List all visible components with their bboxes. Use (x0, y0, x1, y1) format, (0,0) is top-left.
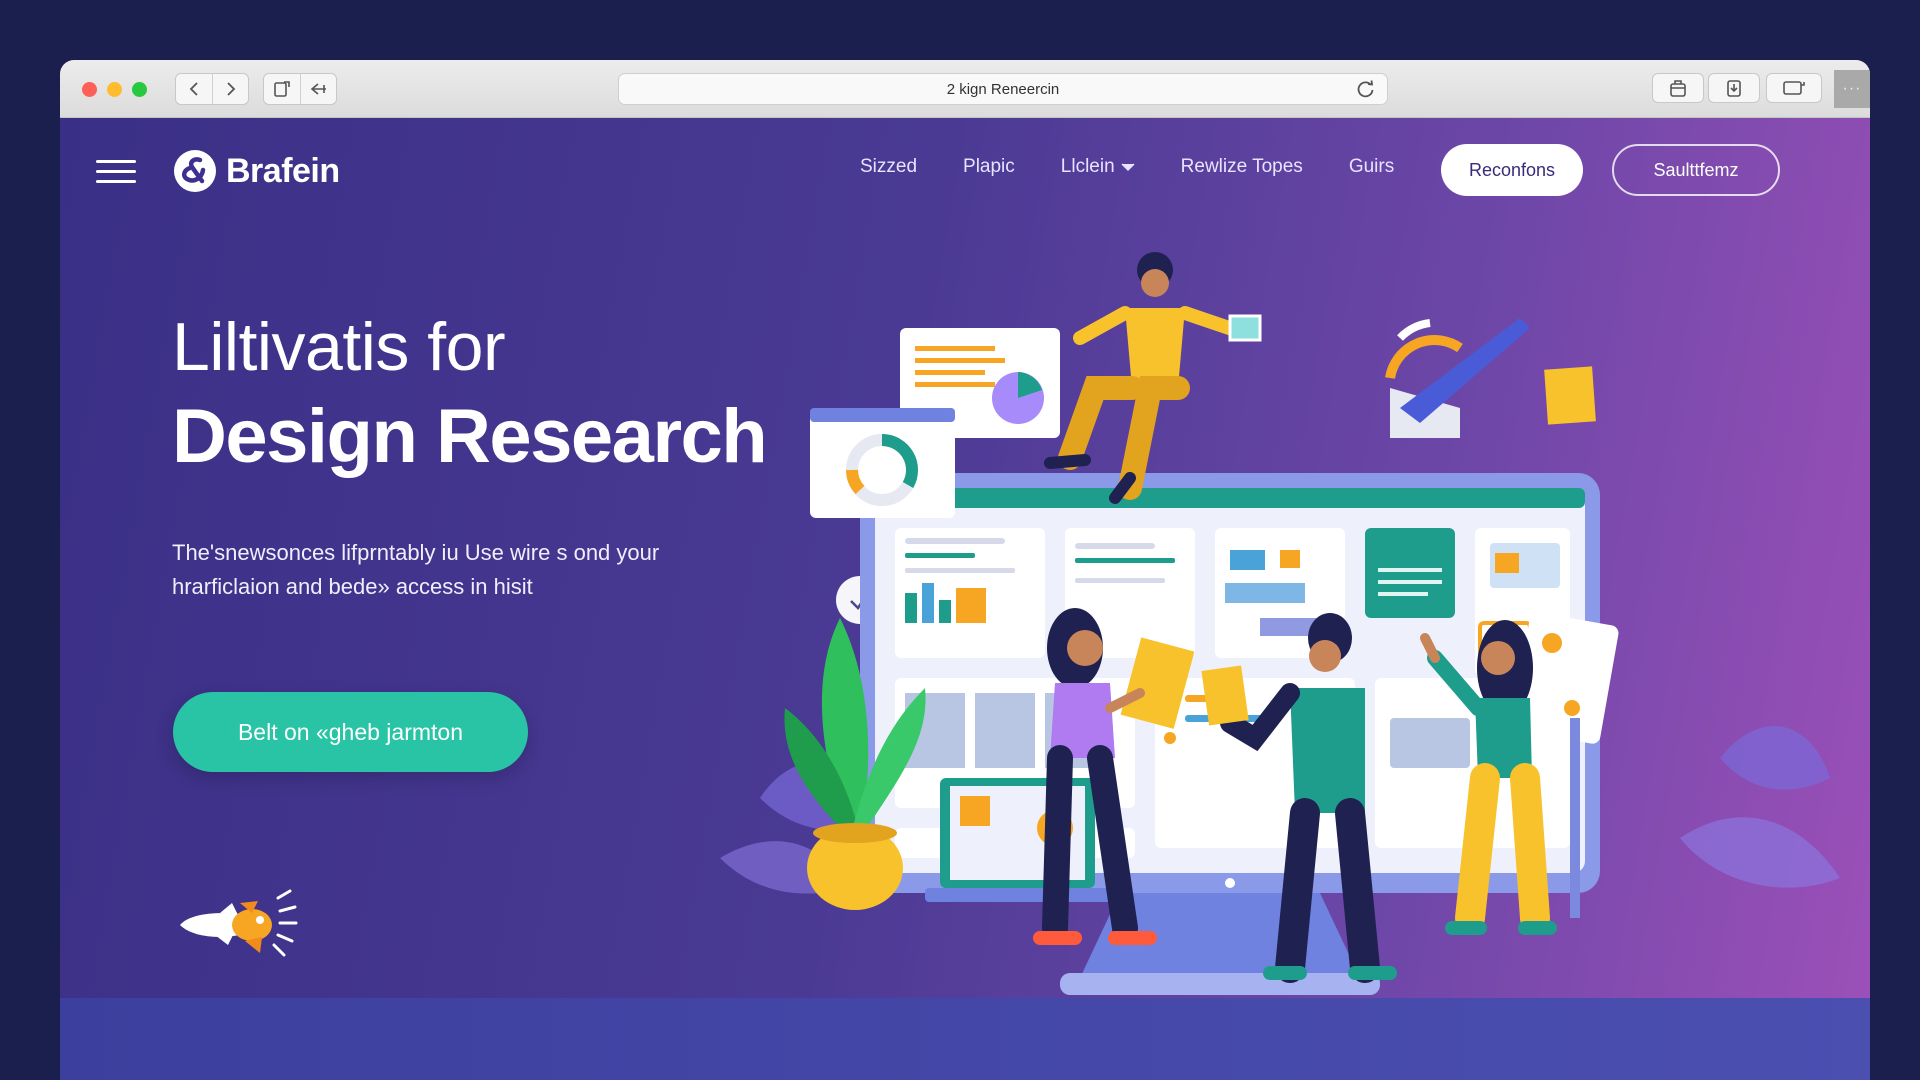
window-controls (82, 82, 147, 97)
address-bar[interactable]: 2 kign Reneercin (618, 73, 1388, 105)
nav-item-guirs[interactable]: Guirs (1349, 156, 1394, 178)
close-window-button[interactable] (82, 82, 97, 97)
landing-page: Brafein Sizzed Plapic Llclein Rewlize To… (60, 118, 1870, 998)
share-back-button[interactable] (300, 74, 336, 104)
chevron-left-icon (189, 82, 198, 96)
secondary-header-button[interactable]: Saulttfemz (1612, 144, 1780, 196)
hero-subtitle-line: The'snewsonces lifprntably iu Use wire s… (172, 540, 660, 565)
nav-item-plapic[interactable]: Plapic (963, 156, 1015, 178)
nav-label: Guirs (1348, 156, 1395, 177)
sidebar-button[interactable] (264, 74, 300, 104)
nav-item-sizzed[interactable]: Sizzed (860, 156, 917, 178)
page-actions (263, 73, 337, 105)
history-nav (175, 73, 249, 105)
page-icon (274, 81, 290, 97)
share-icon (1727, 80, 1741, 97)
hero-cta-button[interactable]: Belt on «gheb jarmton (173, 692, 528, 772)
hero-subtitle: The'snewsonces lifprntably iu Use wire s… (172, 536, 792, 604)
nav-label: Llclein (1060, 156, 1115, 177)
download-button[interactable] (1652, 73, 1704, 103)
share-button[interactable] (1708, 73, 1760, 103)
hero-subtitle-line: hrarficlaion and bede» access in hisit (172, 574, 533, 599)
nav-item-rewlize-topes[interactable]: Rewlize Topes (1181, 156, 1303, 178)
hero-title-light: Liltivatis for (172, 309, 506, 385)
hamburger-icon[interactable] (96, 160, 136, 184)
browser-window: 2 kign Reneercin ··· Brafein Sizzed Plap… (60, 60, 1870, 1080)
hero-title-bold: Design Research (172, 394, 768, 479)
browser-toolbar: 2 kign Reneercin ··· (60, 60, 1870, 118)
reload-icon[interactable] (1355, 78, 1377, 100)
zoom-window-button[interactable] (132, 82, 147, 97)
url-text: 2 kign Reneercin (946, 80, 1060, 98)
brand-logo[interactable]: Brafein (172, 148, 340, 194)
arrow-left-icon (310, 83, 326, 95)
tabs-button[interactable] (1766, 73, 1822, 103)
nav-label: Sizzed (860, 156, 918, 177)
primary-header-button[interactable]: Reconfons (1441, 144, 1583, 196)
back-button[interactable] (176, 74, 212, 104)
bag-icon (1670, 80, 1686, 97)
next-section (60, 998, 1870, 1080)
brand-name: Brafein (226, 151, 340, 190)
rocket-icon (180, 889, 298, 957)
minimize-window-button[interactable] (107, 82, 122, 97)
hero-illustration (720, 252, 1840, 995)
main-nav: Sizzed Plapic Llclein Rewlize Topes Guir… (860, 156, 1394, 178)
forward-button[interactable] (212, 74, 248, 104)
nav-label: Rewlize Topes (1180, 156, 1303, 177)
nav-item-llclein[interactable]: Llclein (1061, 156, 1135, 178)
nav-label: Plapic (963, 156, 1015, 177)
brand-ampersand-icon (174, 150, 216, 192)
chevron-right-icon (226, 82, 235, 96)
more-menu-button[interactable]: ··· (1834, 70, 1870, 108)
chevron-down-icon (1121, 162, 1135, 171)
tabs-icon (1783, 81, 1805, 95)
